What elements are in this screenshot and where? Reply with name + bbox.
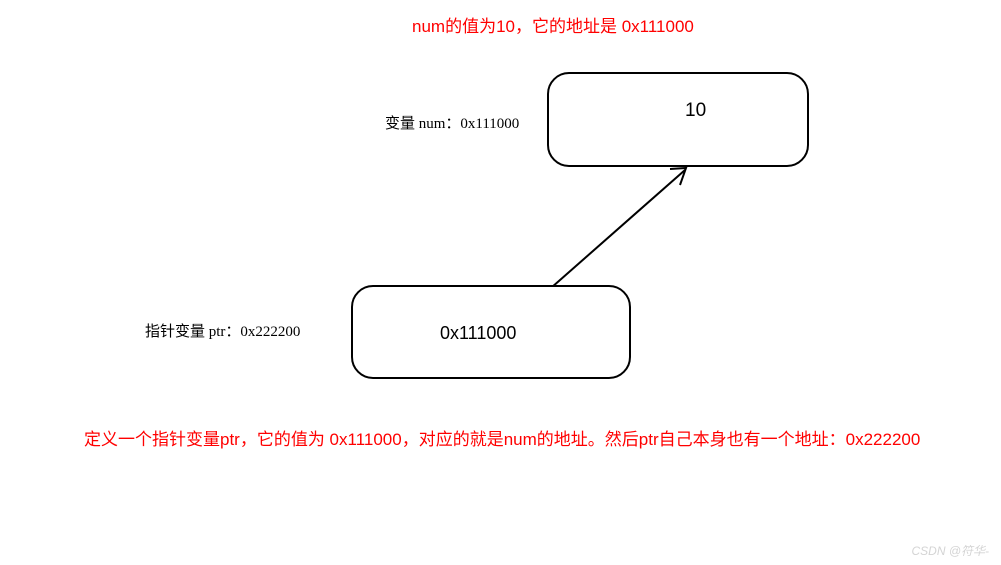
num-value: 10 — [685, 100, 706, 122]
pointer-arrow — [515, 155, 715, 300]
explanation-bottom: 定义一个指针变量ptr，它的值为 0x111000，对应的就是num的地址。然后… — [84, 427, 944, 453]
explanation-top: num的值为10，它的地址是 0x111000 — [412, 12, 694, 37]
num-label: 变量 num：0x111000 — [385, 112, 519, 133]
ptr-value: 0x111000 — [440, 323, 516, 344]
num-box — [547, 72, 809, 167]
watermark: CSDN @符华- — [911, 542, 989, 559]
ptr-label: 指针变量 ptr：0x222200 — [145, 320, 300, 341]
